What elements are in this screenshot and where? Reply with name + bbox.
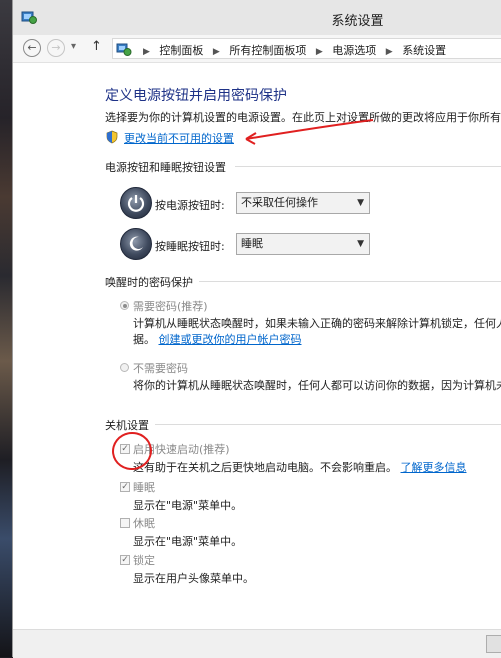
- fast-startup-description-text: 这有助于在关机之后更快地启动电脑。不会影响重启。: [133, 461, 397, 474]
- chevron-down-icon: ▼: [357, 239, 364, 249]
- back-button[interactable]: ←: [23, 39, 41, 57]
- up-button[interactable]: ↑: [91, 39, 102, 54]
- breadcrumb-item-power-options[interactable]: 电源选项: [332, 44, 376, 57]
- system-settings-window: 系统设置 ← → ▾ ↑ ▶ 控制面板 ▶ 所有控制面板项 ▶ 电源选项 ▶ 系…: [12, 0, 501, 658]
- sleep-button-action-select[interactable]: 睡眠 ▼: [236, 233, 370, 255]
- show-sleep-checkbox[interactable]: ✓: [120, 482, 130, 492]
- back-arrow-icon: ←: [27, 41, 37, 54]
- address-bar[interactable]: ▶ 控制面板 ▶ 所有控制面板项 ▶ 电源选项 ▶ 系统设置: [112, 38, 501, 59]
- learn-more-link[interactable]: 了解更多信息: [401, 461, 467, 474]
- section-title-buttons: 电源按钮和睡眠按钮设置: [105, 161, 226, 174]
- window-title: 系统设置: [331, 14, 384, 29]
- breadcrumb: ▶ 控制面板 ▶ 所有控制面板项 ▶ 电源选项 ▶ 系统设置: [137, 42, 446, 58]
- title-bar: 系统设置: [13, 0, 501, 35]
- footer-bar: [13, 629, 501, 658]
- show-hibernate-label: 休眠: [133, 517, 155, 530]
- section-divider: [235, 166, 501, 167]
- create-change-password-link[interactable]: 创建或更改你的用户帐户密码: [159, 333, 302, 346]
- power-button-icon: [120, 187, 152, 219]
- forward-button[interactable]: →: [47, 39, 65, 57]
- page-title: 定义电源按钮并启用密码保护: [105, 88, 287, 104]
- sleep-button-action-value: 睡眠: [241, 237, 263, 250]
- forward-arrow-icon: →: [51, 41, 61, 54]
- require-password-radio[interactable]: [120, 301, 129, 310]
- show-lock-checkbox[interactable]: ✓: [120, 555, 130, 565]
- red-arrow-annotation: [245, 119, 374, 145]
- main-content: 定义电源按钮并启用密码保护 选择要为你的计算机设置的电源设置。在此页上对设置所做…: [13, 63, 501, 658]
- show-hibernate-description: 显示在"电源"菜单中。: [133, 535, 243, 548]
- section-divider: [155, 424, 501, 425]
- recent-locations-button[interactable]: ▾: [71, 41, 76, 52]
- sleep-button-icon: [120, 228, 152, 260]
- sleep-button-label: 按睡眠按钮时:: [155, 240, 225, 253]
- power-button-label: 按电源按钮时:: [155, 199, 225, 212]
- require-password-description-tail: 据。: [133, 333, 155, 346]
- section-title-shutdown: 关机设置: [105, 419, 149, 432]
- chevron-right-icon[interactable]: ▶: [207, 47, 226, 57]
- chevron-right-icon[interactable]: ▶: [137, 47, 156, 57]
- change-unavailable-settings-link[interactable]: 更改当前不可用的设置: [124, 130, 234, 146]
- fast-startup-description: 这有助于在关机之后更快地启动电脑。不会影响重启。 了解更多信息: [133, 459, 467, 475]
- section-title-password: 唤醒时的密码保护: [105, 276, 193, 289]
- power-button-action-value: 不采取任何操作: [241, 196, 318, 209]
- no-password-radio[interactable]: [120, 363, 129, 372]
- require-password-label: 需要密码(推荐): [133, 300, 208, 313]
- no-password-label: 不需要密码: [133, 362, 188, 375]
- breadcrumb-item-all-items[interactable]: 所有控制面板项: [229, 44, 306, 57]
- breadcrumb-item-system-settings[interactable]: 系统设置: [402, 44, 446, 57]
- chevron-right-icon[interactable]: ▶: [310, 47, 329, 57]
- uac-shield-icon: [106, 130, 118, 144]
- page-description: 选择要为你的计算机设置的电源设置。在此页上对设置所做的更改将应用于你所有的: [105, 111, 501, 124]
- chevron-down-icon: ▼: [357, 198, 364, 208]
- section-divider: [199, 281, 501, 282]
- breadcrumb-item-control-panel[interactable]: 控制面板: [159, 44, 203, 57]
- require-password-description: 计算机从睡眠状态唤醒时，如果未输入正确的密码来解除计算机锁定，任何人: [133, 317, 501, 330]
- control-panel-icon: [116, 43, 132, 56]
- power-button-action-select[interactable]: 不采取任何操作 ▼: [236, 192, 370, 214]
- no-password-description: 将你的计算机从睡眠状态唤醒时，任何人都可以访问你的数据，因为计算机未: [133, 379, 501, 392]
- chevron-right-icon[interactable]: ▶: [380, 47, 399, 57]
- show-lock-description: 显示在用户头像菜单中。: [133, 572, 254, 585]
- show-sleep-description: 显示在"电源"菜单中。: [133, 499, 243, 512]
- save-changes-button[interactable]: [486, 635, 501, 653]
- show-hibernate-checkbox[interactable]: [120, 518, 130, 528]
- show-sleep-label: 睡眠: [133, 481, 155, 494]
- address-row: ← → ▾ ↑ ▶ 控制面板 ▶ 所有控制面板项 ▶ 电源选项 ▶ 系统设置: [13, 35, 501, 63]
- show-lock-label: 锁定: [133, 554, 155, 567]
- require-password-description-cont: 据。 创建或更改你的用户帐户密码: [133, 331, 302, 347]
